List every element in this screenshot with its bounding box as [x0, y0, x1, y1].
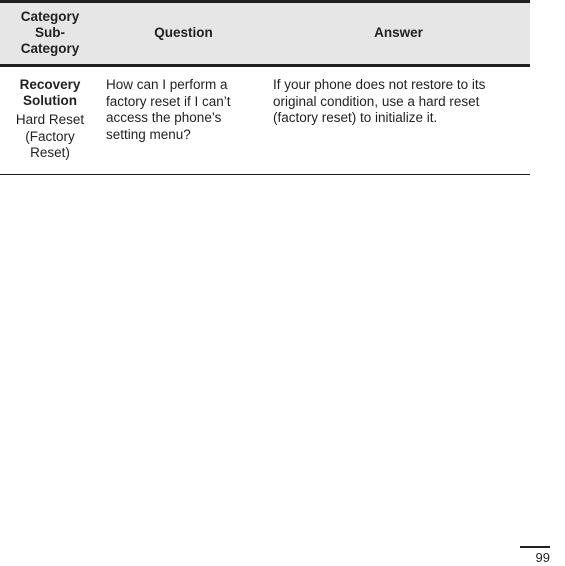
faq-table: Category Sub- Category Question Answer R…	[0, 0, 530, 175]
cell-category: Recovery Solution Hard Reset (Factory Re…	[0, 65, 100, 175]
column-header-category-line3: Category	[20, 41, 80, 56]
column-header-category-line1: Category	[20, 9, 80, 24]
column-header-category-line2: Sub-	[35, 25, 65, 40]
category-main-label: Recovery Solution	[19, 77, 81, 108]
table-header-row: Category Sub- Category Question Answer	[0, 0, 530, 67]
page-number: 99	[535, 550, 550, 565]
document-page: Category Sub- Category Question Answer R…	[0, 0, 565, 566]
cell-question: How can I perform a factory reset if I c…	[100, 65, 267, 175]
footer-divider	[520, 546, 550, 548]
table-body: Recovery Solution Hard Reset (Factory Re…	[0, 65, 530, 175]
page-footer: 99	[497, 546, 557, 566]
column-header-question: Question	[100, 0, 267, 67]
column-header-answer: Answer	[267, 0, 530, 67]
category-sub-label: Hard Reset (Factory Reset)	[15, 112, 85, 160]
cell-answer: If your phone does not restore to its or…	[267, 65, 530, 175]
table-header: Category Sub- Category Question Answer	[0, 0, 530, 67]
table-row: Recovery Solution Hard Reset (Factory Re…	[0, 65, 530, 175]
column-header-category: Category Sub- Category	[0, 0, 100, 67]
